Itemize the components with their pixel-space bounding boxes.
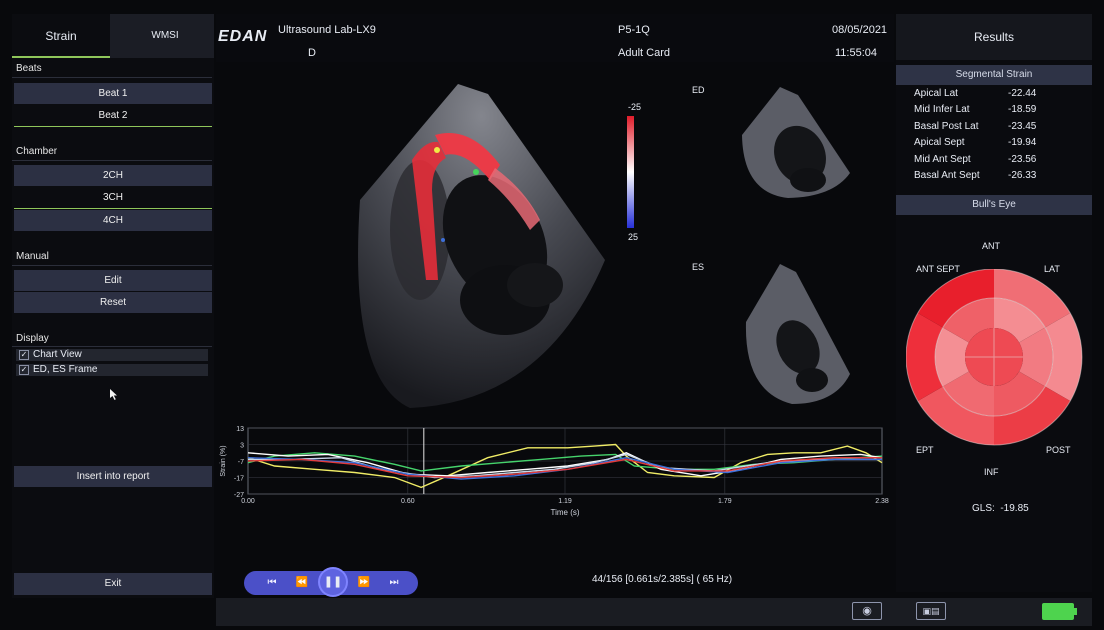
segment-name: Basal Post Lat <box>914 121 979 132</box>
chamber-3ch-button[interactable]: 3CH <box>14 187 212 209</box>
skip-to-start-icon[interactable]: ⏮ <box>258 571 286 595</box>
y-tick-label: 13 <box>236 426 244 433</box>
segment-name: Mid Ant Sept <box>914 154 971 165</box>
battery-icon <box>1042 603 1074 620</box>
y-tick-label: -17 <box>234 476 244 483</box>
bulls-eye-chart <box>906 269 1083 446</box>
es-frame-image <box>745 264 850 404</box>
divider <box>12 77 212 78</box>
strain-chart: 133-7-17-270.00 0.60 1.19 1.79 2.38Strain (%… <box>220 426 889 517</box>
segment-row: Mid Ant Sept -23.56 <box>914 154 1074 165</box>
tracking-point-yellow <box>434 147 440 153</box>
segment-row: Apical Sept -19.94 <box>914 137 1074 148</box>
header-bar: EDAN Ultrasound Lab-LX9 D P5-1Q Adult Ca… <box>216 14 894 62</box>
beat-2-button[interactable]: Beat 2 <box>14 105 212 127</box>
camera-icon[interactable]: ◉ <box>852 602 882 620</box>
ed-atrium <box>790 168 826 192</box>
x-tick-label: 1.19 <box>558 498 572 505</box>
segment-value: -19.94 <box>1008 137 1037 148</box>
chart-view-label: Chart View <box>33 349 82 360</box>
ultrasound-main-image <box>358 84 605 408</box>
gls-value: GLS: -19.85 <box>972 503 1029 514</box>
brand-logo: EDAN <box>218 28 268 45</box>
checkbox-icon: ✓ <box>19 350 29 360</box>
segmental-strain-header: Segmental Strain <box>896 65 1092 85</box>
chart-view-checkbox[interactable]: ✓ Chart View <box>16 349 208 361</box>
ed-frame-label: ED <box>692 85 705 95</box>
beats-label: Beats <box>16 63 42 74</box>
skip-to-end-icon[interactable]: ⏭ <box>380 571 408 595</box>
divider <box>12 160 212 161</box>
y-tick-label: -7 <box>238 459 244 466</box>
bulls-eye-header: Bull's Eye <box>896 195 1092 215</box>
exam-time: 11:55:04 <box>835 47 878 59</box>
frame-status: 44/156 [0.661s/2.385s] ( 65 Hz) <box>592 574 733 585</box>
pause-button[interactable]: ❚❚ <box>320 569 346 595</box>
es-frame-label: ES <box>692 262 705 272</box>
segment-row: Basal Ant Sept -26.33 <box>914 170 1074 181</box>
bulls-label-inf: INF <box>984 467 999 477</box>
exam-date: 08/05/2021 <box>832 24 888 36</box>
scale-bottom-label: 25 <box>628 232 639 242</box>
reset-button[interactable]: Reset <box>14 292 212 313</box>
preset-name: Adult Card <box>618 47 670 59</box>
x-tick-label: 1.79 <box>718 498 732 505</box>
ed-es-frame-checkbox[interactable]: ✓ ED, ES Frame <box>16 364 208 376</box>
print-icon[interactable]: ▣▤ <box>916 602 946 620</box>
segment-value: -22.44 <box>1008 88 1037 99</box>
lab-name: Ultrasound Lab-LX9 <box>278 24 376 36</box>
beat-1-button[interactable]: Beat 1 <box>14 83 212 104</box>
x-axis-label: Time (s) <box>550 508 579 517</box>
divider <box>12 265 212 266</box>
tab-bar: Strain WMSI <box>12 14 214 58</box>
segment-name: Basal Ant Sept <box>914 170 980 181</box>
tracking-point-blue <box>441 238 445 242</box>
tab-wmsi[interactable]: WMSI <box>116 14 214 58</box>
results-panel: Results Segmental Strain Apical Lat -22.4… <box>896 14 1092 592</box>
strain-color-scale <box>627 116 634 228</box>
bottom-status-bar: ◉ ▣▤ <box>216 598 1092 626</box>
chamber-label: Chamber <box>16 146 58 157</box>
probe-name: P5-1Q <box>618 24 650 36</box>
scale-top-label: -25 <box>628 102 642 112</box>
y-axis-label: Strain (%) <box>220 445 227 476</box>
step-forward-icon[interactable]: ⏩ <box>350 571 378 595</box>
segment-value: -18.59 <box>1008 104 1037 115</box>
segment-row: Apical Lat -22.44 <box>914 88 1074 99</box>
chamber-2ch-button[interactable]: 2CH <box>14 165 212 186</box>
segment-row: Mid Infer Lat -18.59 <box>914 104 1074 115</box>
x-tick-label: 0.00 <box>241 498 255 505</box>
ed-es-frame-label: ED, ES Frame <box>33 364 98 375</box>
es-atrium <box>796 368 828 392</box>
tracking-point-green <box>473 169 479 175</box>
bulls-label-ant: ANT <box>982 241 1000 251</box>
segment-name: Mid Infer Lat <box>914 104 970 115</box>
checkbox-icon: ✓ <box>19 365 29 375</box>
battery-tip <box>1074 608 1077 615</box>
segment-name: Apical Sept <box>914 137 965 148</box>
insert-into-report-button[interactable]: Insert into report <box>14 466 212 487</box>
edit-button[interactable]: Edit <box>14 270 212 291</box>
mouse-cursor-icon <box>110 389 117 400</box>
segment-value: -23.56 <box>1008 154 1037 165</box>
valve-region <box>507 263 563 307</box>
segment-row: Basal Post Lat -23.45 <box>914 121 1074 132</box>
segment-name: Apical Lat <box>914 88 958 99</box>
segment-value: -26.33 <box>1008 170 1037 181</box>
manual-label: Manual <box>16 251 49 262</box>
segment-value: -23.45 <box>1008 121 1037 132</box>
display-label: Display <box>16 333 49 344</box>
ed-frame-image <box>742 87 850 198</box>
tab-strain[interactable]: Strain <box>12 14 110 58</box>
results-title: Results <box>896 14 1092 60</box>
x-tick-label: 2.38 <box>875 498 889 505</box>
x-tick-label: 0.60 <box>401 498 415 505</box>
left-panel: Strain WMSI Beats Beat 1 Beat 2 Chamber … <box>12 14 214 598</box>
step-back-icon[interactable]: ⏪ <box>288 571 316 595</box>
y-tick-label: 3 <box>240 443 244 450</box>
exit-button[interactable]: Exit <box>14 573 212 595</box>
mode-indicator: D <box>308 47 316 59</box>
chamber-4ch-button[interactable]: 4CH <box>14 210 212 231</box>
divider <box>12 346 212 347</box>
